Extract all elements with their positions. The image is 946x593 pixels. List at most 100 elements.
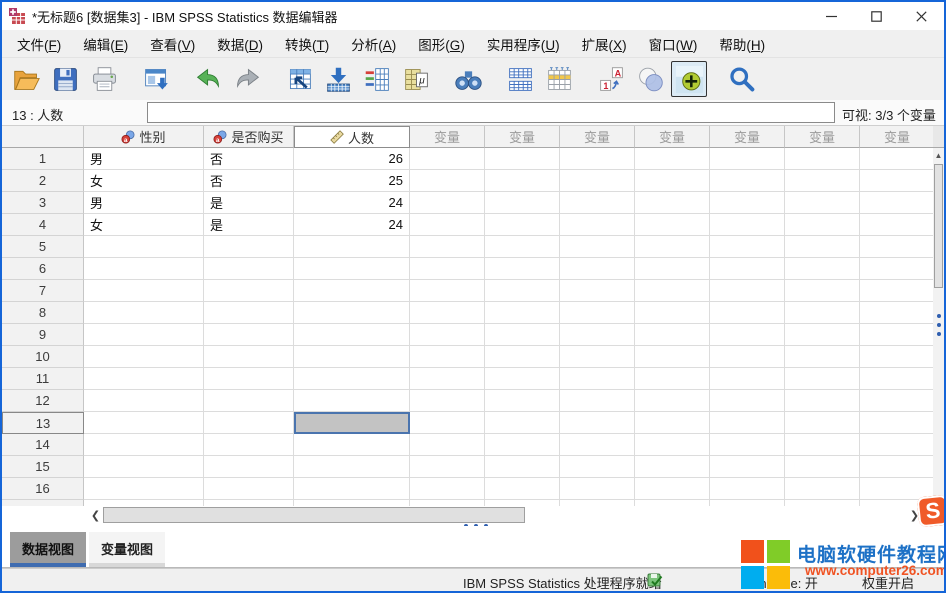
data-cell[interactable] — [84, 478, 204, 500]
empty-cell[interactable] — [860, 390, 933, 412]
empty-cell[interactable] — [860, 434, 933, 456]
empty-cell[interactable] — [860, 368, 933, 390]
data-cell[interactable]: 否 — [204, 148, 294, 170]
empty-cell[interactable] — [560, 170, 635, 192]
empty-cell[interactable] — [860, 170, 933, 192]
empty-cell[interactable] — [560, 280, 635, 302]
row-header-14[interactable]: 14 — [2, 434, 84, 456]
empty-cell[interactable] — [560, 368, 635, 390]
empty-cell[interactable] — [485, 236, 560, 258]
empty-cell[interactable] — [710, 280, 785, 302]
data-cell[interactable] — [294, 368, 410, 390]
empty-cell[interactable] — [485, 346, 560, 368]
data-cell[interactable] — [84, 434, 204, 456]
data-cell[interactable] — [84, 258, 204, 280]
empty-cell[interactable] — [860, 214, 933, 236]
empty-cell[interactable] — [785, 368, 860, 390]
empty-column-header[interactable]: 变量 — [560, 126, 635, 148]
split-file-button[interactable] — [502, 61, 538, 97]
data-cell[interactable] — [294, 236, 410, 258]
data-cell[interactable] — [294, 478, 410, 500]
row-header-12[interactable]: 12 — [2, 390, 84, 412]
empty-cell[interactable] — [785, 456, 860, 478]
empty-cell[interactable] — [635, 478, 710, 500]
empty-cell[interactable] — [710, 324, 785, 346]
empty-cell[interactable] — [710, 214, 785, 236]
data-cell[interactable] — [204, 412, 294, 434]
empty-cell[interactable] — [860, 236, 933, 258]
empty-cell[interactable] — [485, 478, 560, 500]
use-variable-sets-button[interactable] — [632, 61, 668, 97]
data-cell[interactable]: 女 — [84, 214, 204, 236]
empty-cell[interactable] — [785, 236, 860, 258]
data-cell[interactable]: 女 — [84, 170, 204, 192]
row-header-15[interactable]: 15 — [2, 456, 84, 478]
data-cell[interactable]: 是 — [204, 214, 294, 236]
row-header-9[interactable]: 9 — [2, 324, 84, 346]
weight-cases-button[interactable] — [541, 61, 577, 97]
empty-cell[interactable] — [785, 346, 860, 368]
data-cell[interactable] — [204, 368, 294, 390]
open-file-button[interactable] — [8, 61, 44, 97]
descriptive-statistics-button[interactable]: μ — [398, 61, 434, 97]
empty-cell[interactable] — [560, 390, 635, 412]
empty-cell[interactable] — [785, 258, 860, 280]
empty-cell[interactable] — [485, 368, 560, 390]
empty-cell[interactable] — [560, 258, 635, 280]
empty-cell[interactable] — [860, 412, 933, 434]
empty-column-header[interactable]: 变量 — [485, 126, 560, 148]
empty-cell[interactable] — [485, 412, 560, 434]
empty-cell[interactable] — [710, 258, 785, 280]
empty-cell[interactable] — [485, 170, 560, 192]
empty-cell[interactable] — [410, 280, 485, 302]
data-cell[interactable]: 26 — [294, 148, 410, 170]
empty-cell[interactable] — [560, 412, 635, 434]
empty-column-header[interactable]: 变量 — [785, 126, 860, 148]
close-button[interactable] — [899, 2, 944, 30]
row-header-5[interactable]: 5 — [2, 236, 84, 258]
data-cell[interactable] — [294, 324, 410, 346]
empty-cell[interactable] — [860, 346, 933, 368]
empty-cell[interactable] — [635, 412, 710, 434]
row-header-7[interactable]: 7 — [2, 280, 84, 302]
empty-cell[interactable] — [860, 302, 933, 324]
empty-cell[interactable] — [785, 434, 860, 456]
row-header-11[interactable]: 11 — [2, 368, 84, 390]
empty-cell[interactable] — [410, 434, 485, 456]
data-cell[interactable] — [204, 434, 294, 456]
empty-cell[interactable] — [635, 434, 710, 456]
empty-cell[interactable] — [485, 302, 560, 324]
row-header-8[interactable]: 8 — [2, 302, 84, 324]
show-all-variables-button[interactable] — [671, 61, 707, 97]
row-header-10[interactable]: 10 — [2, 346, 84, 368]
empty-cell[interactable] — [710, 148, 785, 170]
empty-column-header[interactable]: 变量 — [710, 126, 785, 148]
empty-cell[interactable] — [485, 192, 560, 214]
data-cell[interactable] — [294, 456, 410, 478]
data-cell[interactable] — [204, 478, 294, 500]
menu-e[interactable]: 编辑(E) — [72, 30, 139, 58]
data-cell[interactable] — [84, 456, 204, 478]
empty-cell[interactable] — [410, 412, 485, 434]
empty-cell[interactable] — [410, 368, 485, 390]
empty-cell[interactable] — [710, 368, 785, 390]
empty-cell[interactable] — [635, 258, 710, 280]
vertical-pane-splitter[interactable] — [934, 314, 943, 336]
empty-cell[interactable] — [710, 302, 785, 324]
tab-data-view[interactable]: 数据视图 — [10, 532, 86, 567]
find-button[interactable] — [450, 61, 486, 97]
maximize-button[interactable] — [854, 2, 899, 30]
empty-cell[interactable] — [635, 214, 710, 236]
empty-column-header[interactable]: 变量 — [410, 126, 485, 148]
horizontal-scrollbar-thumb[interactable] — [103, 507, 525, 523]
data-cell[interactable] — [204, 456, 294, 478]
minimize-button[interactable] — [809, 2, 854, 30]
empty-cell[interactable] — [410, 346, 485, 368]
empty-cell[interactable] — [710, 170, 785, 192]
empty-cell[interactable] — [410, 456, 485, 478]
menu-a[interactable]: 分析(A) — [340, 30, 407, 58]
empty-cell[interactable] — [560, 434, 635, 456]
empty-cell[interactable] — [635, 390, 710, 412]
data-cell[interactable]: 25 — [294, 170, 410, 192]
menu-f[interactable]: 文件(F) — [6, 30, 72, 58]
